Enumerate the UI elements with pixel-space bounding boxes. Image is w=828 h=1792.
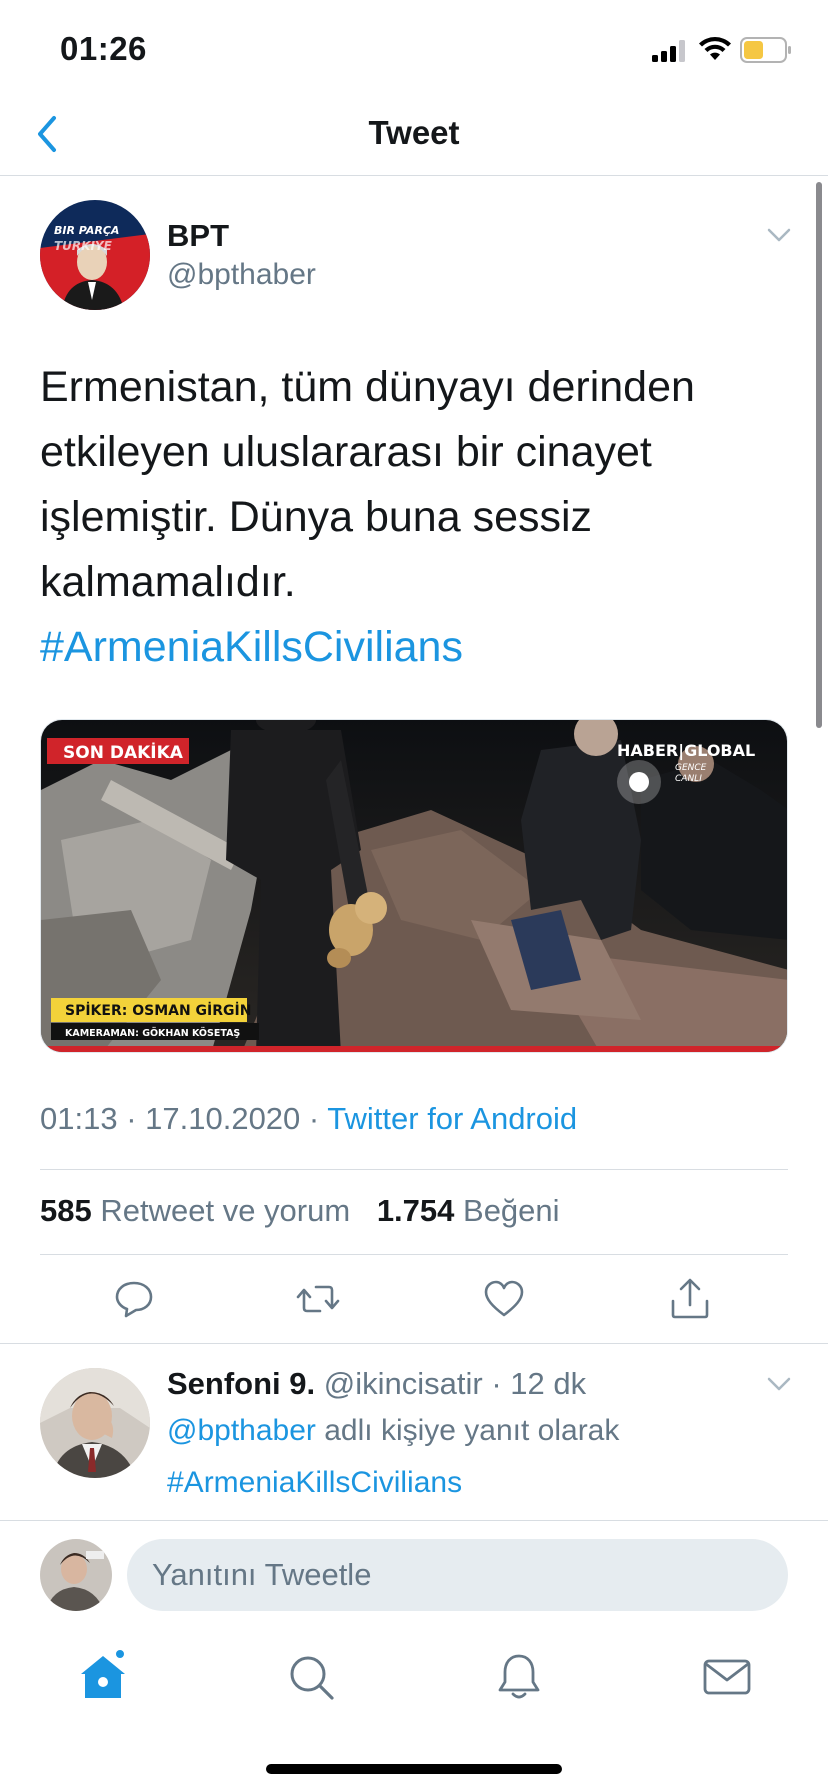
cellular-signal-icon <box>652 40 685 62</box>
reply-author-name[interactable]: Senfoni 9. <box>167 1366 315 1401</box>
battery-icon <box>740 37 791 63</box>
anchor-caption: SPİKER: OSMAN GİRGİN <box>65 1002 251 1019</box>
home-indicator <box>266 1764 562 1774</box>
reply-age: 12 dk <box>510 1366 587 1401</box>
reply-author-avatar[interactable] <box>40 1368 150 1478</box>
divider <box>40 1169 788 1170</box>
scroll-indicator <box>816 182 822 728</box>
retweet-count: 585 <box>40 1193 92 1228</box>
share-icon[interactable] <box>668 1277 712 1321</box>
reply-hashtag-link[interactable]: #ArmeniaKillsCivilians <box>167 1466 462 1500</box>
channel-live-text: CANLI <box>675 774 702 784</box>
news-footage-image: SON DAKİKA HABER|GLOBAL GENCE CANLI SPİK… <box>41 720 787 1052</box>
divider <box>40 1254 788 1255</box>
like-heart-icon[interactable] <box>482 1277 526 1321</box>
tweet-source-link[interactable]: Twitter for Android <box>327 1101 577 1136</box>
like-label: Beğeni <box>463 1193 560 1228</box>
avatar-image: BIR PARÇA TURKIYE <box>40 200 150 310</box>
chevron-down-icon[interactable] <box>766 226 792 244</box>
reply-context-text: adlı kişiye yanıt olarak <box>324 1414 620 1447</box>
reply-input[interactable] <box>127 1539 788 1611</box>
retweet-label: Retweet ve yorum <box>100 1193 351 1228</box>
current-user-avatar-image <box>40 1539 112 1611</box>
tweet-text-line: kalmamalıdır. <box>40 558 296 606</box>
chevron-down-icon[interactable] <box>766 1375 792 1393</box>
avatar-text-1: BIR PARÇA <box>54 224 119 237</box>
tweet-time: 01:13 <box>40 1101 118 1136</box>
reply-header: Senfoni 9. @ikincisatir · 12 dk <box>167 1366 587 1401</box>
tweet-text-line: etkileyen uluslararası bir cinayet <box>40 428 652 476</box>
tweet-hashtag-link[interactable]: #ArmeniaKillsCivilians <box>40 615 760 680</box>
camera-caption: KAMERAMAN: GÖKHAN KÖSETAŞ <box>65 1028 240 1039</box>
author-avatar[interactable]: BIR PARÇA TURKIYE <box>40 200 150 310</box>
tweet-text-line: işlemiştir. Dünya buna sessiz <box>40 493 593 541</box>
compose-bar <box>0 1520 828 1630</box>
status-time: 01:26 <box>60 30 147 67</box>
tweet-date: 17.10.2020 <box>145 1101 301 1136</box>
tweet-actions <box>0 1277 828 1325</box>
tweet-metadata: 01:13 · 17.10.2020 · Twitter for Android <box>40 1101 578 1136</box>
messages-icon[interactable] <box>700 1650 754 1704</box>
navigation-bar: Tweet <box>0 100 828 176</box>
status-bar: 01:26 <box>0 0 828 100</box>
reply-avatar-image <box>40 1368 150 1478</box>
breaking-news-badge: SON DAKİKA <box>63 741 184 763</box>
notifications-icon[interactable] <box>492 1650 546 1704</box>
tweet-text: Ermenistan, tüm dünyayı derinden etkiley… <box>40 355 760 680</box>
reply-mention-link[interactable]: @bpthaber <box>167 1414 316 1447</box>
home-icon[interactable] <box>76 1650 130 1704</box>
retweet-icon[interactable] <box>296 1277 340 1321</box>
tweet-text-line: Ermenistan, tüm dünyayı derinden <box>40 363 695 411</box>
author-name[interactable]: BPT <box>167 218 229 254</box>
channel-logo-text: HABER|GLOBAL <box>617 741 755 761</box>
likes-stat[interactable]: 1.754 Beğeni <box>377 1193 560 1228</box>
tweet-stats: 585 Retweet ve yorum 1.754 Beğeni <box>40 1193 560 1229</box>
search-icon[interactable] <box>284 1650 338 1704</box>
reply-icon[interactable] <box>112 1277 156 1321</box>
author-handle[interactable]: @bpthaber <box>167 258 316 292</box>
avatar-text-2: TURKIYE <box>54 239 113 253</box>
retweets-stat[interactable]: 585 Retweet ve yorum <box>40 1193 350 1228</box>
current-user-avatar[interactable] <box>40 1539 112 1611</box>
page-title: Tweet <box>368 114 460 151</box>
like-count: 1.754 <box>376 1193 455 1228</box>
tweet-media-image[interactable]: SON DAKİKA HABER|GLOBAL GENCE CANLI SPİK… <box>40 719 788 1053</box>
divider <box>0 1343 828 1344</box>
channel-location-text: GENCE <box>675 763 707 773</box>
reply-author-handle[interactable]: @ikincisatir <box>324 1366 483 1401</box>
wifi-icon <box>699 37 731 60</box>
reply-context: @bpthaber adlı kişiye yanıt olarak <box>167 1414 619 1448</box>
